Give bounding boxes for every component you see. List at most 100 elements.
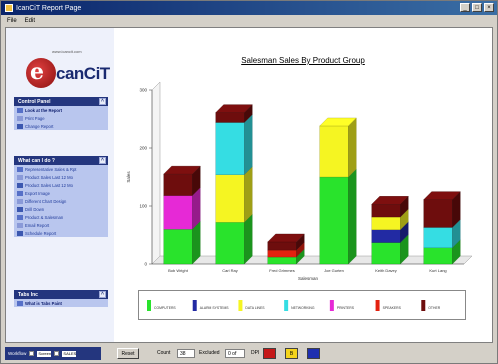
collapse-icon[interactable]: ˄ [99, 98, 106, 105]
bar-segment [163, 229, 193, 265]
bar-segment [319, 176, 349, 265]
excluded-field: 0 of [225, 349, 245, 358]
mail-icon [17, 222, 23, 228]
window-controls: _ □ × [460, 3, 494, 12]
logo: www.icancit.com e canCiT [12, 48, 110, 92]
x-tick-label: Carl Ray [222, 268, 238, 273]
report-content: www.icancit.com e canCiT Control Panel ˄ L… [5, 27, 493, 343]
report-icon [17, 182, 23, 188]
blue-swatch[interactable] [307, 348, 320, 359]
legend-label: OTHER [428, 306, 440, 310]
legend-swatch [284, 300, 289, 311]
legend-swatch [329, 300, 334, 311]
report-icon [17, 174, 23, 180]
panel-item-label: Product Sales Last 12 Mo [25, 182, 73, 188]
panel-item[interactable]: Drill Down [14, 205, 108, 213]
bar-segment [163, 173, 193, 196]
bar-segment [371, 216, 401, 230]
bar-segment [371, 204, 401, 218]
report-icon [17, 166, 23, 172]
reset-button[interactable]: Reset [117, 348, 139, 359]
workflow-checkbox[interactable] [29, 351, 35, 356]
panel-item-label: Schedule Report [25, 230, 57, 236]
x-tick-label: Joe Gurten [324, 268, 344, 273]
count-field: 38 [177, 349, 195, 358]
pencil-icon [17, 123, 23, 129]
panel-item-label: Change Report [25, 123, 54, 129]
panel-item[interactable]: Product Sales Last 12 Mo [14, 181, 108, 189]
panel-item-label: Print Page [25, 115, 45, 121]
workflow-select[interactable]: Screen [37, 350, 52, 357]
y-tick-label: 100 [139, 204, 147, 209]
help-icon [17, 300, 23, 306]
menu-edit[interactable]: Edit [25, 18, 35, 24]
panel-item-label: Look at the Report [25, 107, 62, 113]
bar-segment [319, 125, 349, 178]
y-axis-title: Sales [126, 171, 131, 183]
bar-segment-side [244, 213, 253, 265]
panel-title: What can I do ? [18, 157, 55, 164]
bar-segment [215, 222, 245, 265]
sidebar: www.icancit.com e canCiT Control Panel ˄ L… [6, 28, 114, 342]
panel-item[interactable]: Look at the Report [14, 106, 108, 114]
logo-tagline: www.icancit.com [52, 49, 82, 54]
chart-area: Salesman Sales By Product Group 0 100 200 3… [114, 28, 492, 342]
sidebar-panel: Tabs Inc ˄ What is Tabs Paint [14, 290, 108, 307]
sales-select[interactable]: SALES [62, 350, 77, 357]
legend-swatch [421, 300, 426, 311]
bar-segment [423, 247, 453, 265]
bar-segment-side [348, 117, 357, 178]
legend-swatch [238, 300, 243, 311]
bar-segment-side [244, 114, 253, 176]
workflow-label: Workflow [8, 351, 27, 356]
panel-header: What can I do ? ˄ [14, 156, 108, 165]
collapse-icon[interactable]: ˄ [99, 157, 106, 164]
workflow-panel: Workflow Screen SALES [5, 347, 101, 360]
panel-item[interactable]: Export Image [14, 189, 108, 197]
bar-segment [215, 122, 245, 175]
x-tick-label: Fred Grimmes [269, 268, 295, 273]
legend-label: NETWORKING [291, 306, 315, 310]
panel-item[interactable]: Email Report [14, 221, 108, 229]
maximize-button[interactable]: □ [472, 3, 482, 12]
minimize-button[interactable]: _ [460, 3, 470, 12]
panel-title: Control Panel [18, 98, 51, 105]
sales-checkbox[interactable] [54, 351, 60, 356]
panel-item[interactable]: Schedule Report [14, 229, 108, 237]
panel-item-label: Drill Down [25, 206, 45, 212]
panel-item[interactable]: Print Page [14, 114, 108, 122]
panel-item-label: Email Report [25, 222, 50, 228]
logo-wordmark: canCiT [56, 64, 110, 83]
bar-chart: 0 100 200 300 Sales Salesman Bob Wright Carl Ra… [126, 81, 473, 281]
panel-item[interactable]: Representative Sales & Rpt [14, 165, 108, 173]
yellow-swatch[interactable]: B [285, 348, 298, 359]
image-icon [17, 190, 23, 196]
title-bar: IcanCiT Report Page _ □ × [1, 1, 497, 15]
panel-item[interactable]: Product Sales Last 12 Mo [14, 173, 108, 181]
y-tick-label: 300 [139, 88, 147, 93]
panel-item[interactable]: What is Tabs Paint [14, 299, 108, 307]
bar-segment [267, 241, 297, 251]
red-swatch[interactable] [263, 348, 276, 359]
panel-item[interactable]: Product & Salesman [14, 213, 108, 221]
printer-icon [17, 115, 23, 121]
bar-segment [423, 199, 453, 228]
x-tick-label: Kurt Lang [429, 268, 446, 273]
legend-label: ALARM SYSTEMS [200, 306, 230, 310]
app-icon [5, 4, 13, 12]
panel-header: Tabs Inc ˄ [14, 290, 108, 299]
collapse-icon[interactable]: ˄ [99, 291, 106, 298]
panel-item[interactable]: Change Report [14, 122, 108, 130]
magnifier-icon [17, 107, 23, 113]
menu-file[interactable]: File [7, 18, 17, 24]
panel-item[interactable]: Different Chart Design [14, 197, 108, 205]
panel-header: Control Panel ˄ [14, 97, 108, 106]
report-window: IcanCiT Report Page _ □ × File Edit www.… [0, 0, 498, 364]
legend-svg: COMPUTERS ALARM SYSTEMS DATA LINES NETWORKI… [147, 300, 441, 311]
close-button[interactable]: × [484, 3, 494, 12]
logo-letter: e [30, 59, 44, 85]
status-bar: Workflow Screen SALES Reset Count 38 Exc… [1, 345, 497, 363]
legend-swatch [147, 300, 151, 311]
x-axis-title: Salesman [298, 276, 319, 281]
legend-swatch [192, 300, 197, 311]
